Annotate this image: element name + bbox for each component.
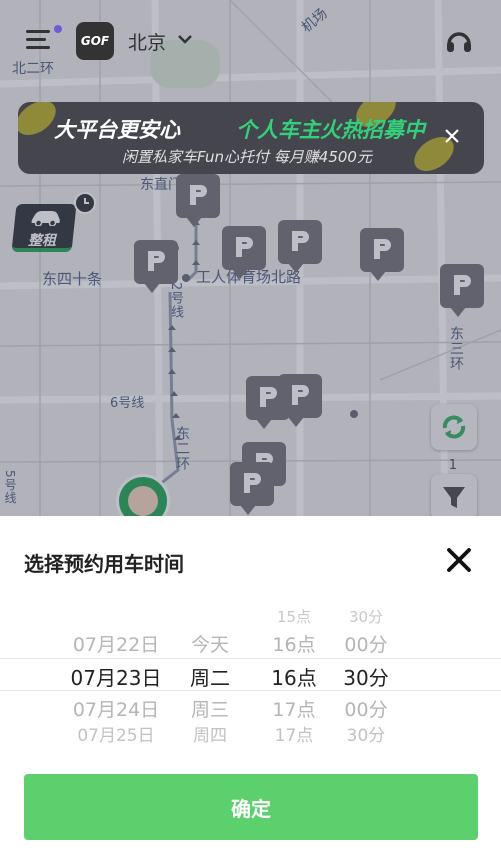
parking-p-icon xyxy=(190,185,207,205)
car-icon xyxy=(31,211,60,226)
map-label-line6: 6号线 xyxy=(110,396,145,411)
map-label-dongsanhuan: 东三环 xyxy=(448,326,464,371)
parking-pin[interactable] xyxy=(176,174,220,227)
hour-option[interactable]: 15点 xyxy=(262,606,326,627)
confirm-button[interactable]: 确定 xyxy=(24,774,478,840)
parking-pin[interactable] xyxy=(134,240,178,293)
parking-pin[interactable] xyxy=(360,228,404,281)
weekday-option[interactable]: 周三 xyxy=(180,695,240,722)
whole-rent-marker[interactable]: 整租 xyxy=(11,192,96,254)
map-label-dongerhuan: 东二环 xyxy=(174,426,190,471)
filter-button[interactable] xyxy=(431,474,477,516)
city-selector[interactable]: 北京 xyxy=(128,28,166,55)
filter-icon xyxy=(443,487,465,508)
banner-title-green: 个人车主火热招募中 xyxy=(236,118,425,142)
weekday-option[interactable]: 周四 xyxy=(180,721,240,746)
clock-icon xyxy=(74,192,96,214)
close-icon[interactable] xyxy=(440,124,464,148)
hour-column[interactable]: 15点 16点 16点 17点 17点 xyxy=(262,604,326,754)
parking-p-icon xyxy=(292,231,309,251)
chevron-down-icon[interactable] xyxy=(176,30,194,48)
minute-option[interactable]: 00分 xyxy=(334,630,398,657)
map-label-line2: 2号线 xyxy=(168,282,183,320)
close-icon[interactable] xyxy=(445,546,473,574)
date-option[interactable]: 07月25日 xyxy=(58,721,174,746)
notification-dot xyxy=(54,25,62,33)
promo-banner[interactable]: 大平台更安心 个人车主火热招募中 闲置私家车Fun心托付 每月赚4500元 xyxy=(18,102,484,174)
map-label-dongsishitiao: 东四十条 xyxy=(42,270,103,288)
date-option-selected[interactable]: 07月23日 xyxy=(58,662,174,691)
parking-pin[interactable] xyxy=(278,374,322,427)
parking-p-icon xyxy=(244,473,261,493)
headset-icon[interactable] xyxy=(443,26,475,58)
parking-p-icon xyxy=(374,239,391,259)
refresh-button[interactable] xyxy=(431,404,477,450)
datetime-picker[interactable]: 07月22日 07月23日 07月24日 07月25日 今天 周二 周三 周四 … xyxy=(0,604,501,754)
parking-pin[interactable] xyxy=(440,264,484,317)
hour-option[interactable]: 17点 xyxy=(262,721,326,746)
avatar xyxy=(128,486,158,516)
hour-option[interactable]: 17点 xyxy=(262,695,326,722)
refresh-icon xyxy=(442,415,466,439)
sheet-title: 选择预约用车时间 xyxy=(24,552,184,576)
parking-pin[interactable] xyxy=(278,220,322,273)
top-bar: GOF 北京 xyxy=(0,20,501,64)
parking-pin[interactable] xyxy=(222,226,266,279)
minute-option-selected[interactable]: 30分 xyxy=(334,662,398,691)
minute-column[interactable]: 30分 00分 30分 00分 30分 xyxy=(334,604,398,754)
parking-p-icon xyxy=(148,251,165,271)
parking-p-icon xyxy=(236,237,253,257)
minute-option[interactable]: 30分 xyxy=(334,721,398,746)
banner-subtitle: 闲置私家车Fun心托付 每月赚4500元 xyxy=(122,148,372,166)
whole-rent-label: 整租 xyxy=(28,233,56,249)
weekday-option-selected[interactable]: 周二 xyxy=(180,662,240,691)
menu-button[interactable] xyxy=(26,30,56,54)
parking-p-icon xyxy=(292,385,309,405)
date-option[interactable]: 07月24日 xyxy=(58,695,174,722)
date-column[interactable]: 07月22日 07月23日 07月24日 07月25日 xyxy=(58,604,174,754)
hour-option[interactable]: 16点 xyxy=(262,630,326,657)
parking-p-icon xyxy=(260,387,277,407)
app-logo: GOF xyxy=(76,22,114,60)
minute-option[interactable]: 00分 xyxy=(334,695,398,722)
filter-count-badge: 1 xyxy=(448,458,457,473)
weekday-column[interactable]: 今天 周二 周三 周四 xyxy=(180,604,240,754)
banner-title-white: 大平台更安心 xyxy=(54,118,180,142)
parking-pin[interactable] xyxy=(230,462,274,515)
minute-option[interactable]: 30分 xyxy=(334,606,398,627)
date-option[interactable]: 07月22日 xyxy=(58,630,174,657)
time-picker-sheet: 选择预约用车时间 07月22日 07月23日 07月24日 07月25日 今天 … xyxy=(0,516,501,866)
weekday-option[interactable]: 今天 xyxy=(180,630,240,657)
map-view[interactable]: 北二环 机场 东直门 东四十条 工人体育场北路 2号线 东三环 6号线 东二环 … xyxy=(0,0,501,516)
hour-option-selected[interactable]: 16点 xyxy=(262,662,326,691)
parking-p-icon xyxy=(454,275,471,295)
map-label-line5: 5号线 xyxy=(3,470,17,505)
